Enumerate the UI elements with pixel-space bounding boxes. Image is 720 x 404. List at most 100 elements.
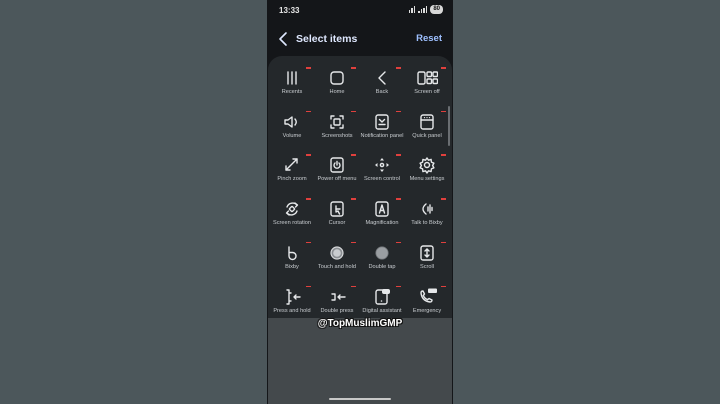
remove-icon[interactable] [306,198,311,200]
grid-item-notification-panel[interactable]: Notification panel [359,110,405,154]
items-panel: Recents Home Back Screen off Volume Screensho… [268,56,452,318]
grid-item-scroll[interactable]: Scroll [404,241,450,285]
remove-icon[interactable] [441,241,446,244]
grid-item-talk-to-bixby[interactable]: Talk to Bixby [404,197,450,241]
remove-icon[interactable] [396,110,401,113]
grid-item-cursor[interactable]: Cursor [314,197,360,241]
remove-icon[interactable] [396,241,401,244]
watermark: @TopMuslimGMP [317,318,403,329]
touch-hold-icon [326,243,348,263]
remove-icon[interactable] [351,241,356,244]
remove-icon[interactable] [396,154,401,156]
bixby-icon [281,243,303,263]
remove-icon[interactable] [351,198,356,200]
screen-off-icon [416,68,438,88]
item-label: Screenshots [321,132,353,139]
remove-icon[interactable] [396,198,401,200]
status-bar: 13:33 80 [267,0,453,20]
battery-icon: 80 [430,5,443,14]
item-label: Press and hold [273,307,311,314]
grid-item-screen-off[interactable]: Screen off [404,66,450,110]
remove-icon[interactable] [351,285,356,288]
page-title: Select items [296,33,358,45]
remove-icon[interactable] [306,285,311,288]
system-icons: 80 [408,5,443,14]
phone-screen: 13:33 80 Select items Reset Recents Home B… [267,0,453,404]
remove-icon[interactable] [441,154,446,156]
remove-icon[interactable] [396,285,401,288]
app-header: Select items Reset [267,28,453,50]
remove-icon[interactable] [441,67,446,69]
wifi-icon [408,6,416,13]
grid-item-screen-rotation[interactable]: Screen rotation [269,197,315,241]
item-label: Scroll [420,263,434,270]
back-icon [371,68,393,88]
scroll-icon [416,243,438,263]
remove-icon[interactable] [441,285,446,288]
remove-icon[interactable] [351,154,356,156]
remove-icon[interactable] [351,110,356,113]
grid-item-back[interactable]: Back [359,66,405,110]
item-label: Volume [282,132,302,139]
remove-icon[interactable] [396,67,401,69]
grid-item-quick-panel[interactable]: Quick panel [404,110,450,154]
cursor-icon [326,199,348,219]
grid-item-double-press[interactable]: Double press [314,285,360,319]
item-label: Screen rotation [273,220,311,227]
grid-item-press-and-hold[interactable]: Press and hold [269,285,315,319]
item-label: Notification panel [360,132,404,139]
item-label: Double tap [368,263,396,270]
item-label: Screen control [363,176,401,183]
remove-icon[interactable] [306,110,311,113]
grid-item-screenshots[interactable]: Screenshots [314,110,360,154]
quick-panel-icon [416,112,438,132]
item-label: Magnification [365,220,399,227]
item-label: Home [329,89,345,95]
grid-item-pinch-zoom[interactable]: Pinch zoom [269,153,315,197]
lower-area [268,318,452,404]
grid-item-power-off-menu[interactable]: Power off menu [314,153,360,197]
grid-item-bixby[interactable]: Bixby [269,241,315,285]
signal-icon [418,6,428,13]
press-hold-icon [281,287,303,307]
screen-control-icon [371,155,393,175]
item-label: Bixby [285,263,299,270]
item-label: Talk to Bixby [411,220,443,227]
grid-item-menu-settings[interactable]: Menu settings [404,153,450,197]
double-press-icon [326,287,348,307]
item-label: Menu settings [409,176,445,183]
grid-item-magnification[interactable]: Magnification [359,197,405,241]
pinch-zoom-icon [281,155,303,175]
remove-icon[interactable] [306,67,311,69]
grid-item-touch-and-hold[interactable]: Touch and hold [314,241,360,285]
reset-button[interactable]: Reset [416,33,442,44]
remove-icon[interactable] [441,198,446,200]
grid-item-double-tap[interactable]: Double tap [359,241,405,285]
notification-panel-icon [371,112,393,132]
home-indicator[interactable] [329,398,391,400]
remove-icon[interactable] [441,110,446,113]
grid-item-volume[interactable]: Volume [269,110,315,154]
back-arrow-icon[interactable] [277,31,291,47]
item-label: Quick panel [412,132,442,139]
remove-icon[interactable] [306,154,311,156]
double-tap-icon [371,243,393,263]
home-icon [326,68,348,88]
item-label: Screen off [414,89,440,95]
grid-item-digital-assistant[interactable]: Digital assistant [359,285,405,319]
remove-icon[interactable] [351,67,356,69]
item-label: Cursor [328,220,346,227]
item-label: Touch and hold [318,263,356,270]
grid-item-screen-control[interactable]: Screen control [359,153,405,197]
item-label: Pinch zoom [277,176,307,183]
grid-item-home[interactable]: Home [314,66,360,110]
scrollbar[interactable] [448,106,450,146]
remove-icon[interactable] [306,241,311,244]
status-time: 13:33 [279,6,300,15]
grid-item-emergency[interactable]: Emergency [404,285,450,319]
recents-icon [281,68,303,88]
settings-icon [416,155,438,175]
item-label: Back [375,89,389,95]
voice-icon [416,199,438,219]
grid-item-recents[interactable]: Recents [269,66,315,110]
